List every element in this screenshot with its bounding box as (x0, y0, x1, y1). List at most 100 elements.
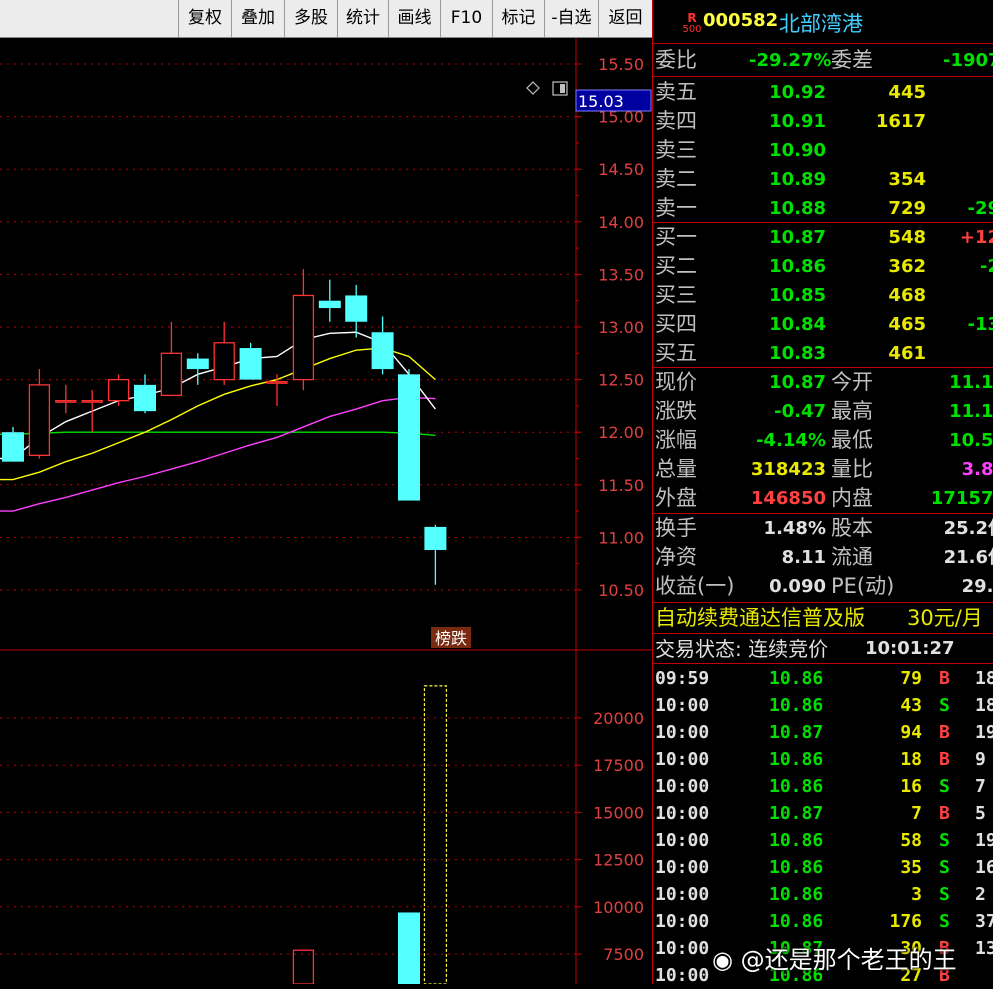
tick-row[interactable]: 10:00 10.86 43 S 18 (653, 692, 993, 719)
quote-stat-row: 涨幅 -4.14%最低 10.55 (653, 426, 993, 455)
candle-body-up[interactable] (28, 384, 51, 456)
bid-volume: 548 (888, 227, 926, 248)
toolbar-button-4[interactable]: 画线 (388, 0, 440, 37)
candle-body-down[interactable] (186, 358, 209, 370)
candle-body-up[interactable] (213, 342, 235, 381)
candle-body-up[interactable] (107, 378, 130, 402)
ask-level-label: 卖四 (655, 109, 697, 133)
tick-count: 19 (975, 722, 993, 743)
candle-body-down[interactable] (318, 300, 341, 309)
tick-row[interactable]: 09:59 10.86 79 B 18 (653, 665, 993, 692)
bid-level-label: 买四 (655, 312, 697, 336)
ask-level-label: 卖二 (655, 167, 697, 191)
tick-volume: 7 (911, 803, 922, 824)
stock-name[interactable]: 北部湾港 (779, 8, 863, 38)
stat-label: 现价 (655, 370, 697, 394)
ask-row: 卖二 10.89 354 (653, 165, 993, 194)
candle-body-down[interactable] (398, 374, 420, 501)
bid-price: 10.84 (769, 314, 826, 335)
bid-level-label: 买三 (655, 283, 697, 307)
weibo-icon: ◉ (712, 946, 733, 974)
tick-volume: 43 (900, 695, 922, 716)
tick-price: 10.86 (769, 830, 824, 851)
candle-body-up[interactable] (160, 352, 183, 397)
tick-price: 10.86 (769, 749, 824, 770)
weibo-watermark: ◉ @还是那个老王的王 (712, 946, 957, 974)
tick-row[interactable]: 10:00 10.86 176 S 37 (653, 908, 993, 935)
stat-value: 21.6亿 (943, 547, 993, 568)
toolbar-button-1[interactable]: 叠加 (231, 0, 284, 37)
tick-count: 16 (975, 857, 993, 878)
tick-volume: 176 (889, 911, 922, 932)
candle-body-down[interactable] (345, 295, 368, 322)
stat-value: 11.10 (949, 372, 993, 393)
tick-direction: S (939, 911, 950, 932)
stat-value: 10.87 (769, 372, 826, 393)
volume-bar[interactable] (423, 685, 447, 984)
tick-row[interactable]: 10:00 10.87 7 B 5 (653, 800, 993, 827)
volume-axis-label: 7500 (603, 945, 644, 964)
tick-count: 18 (975, 695, 993, 716)
tick-count: 19 (975, 830, 993, 851)
tick-row[interactable]: 10:00 10.86 18 B 9 (653, 746, 993, 773)
kline-chart[interactable]: 15.5015.0014.5014.0013.5013.0012.5012.00… (0, 38, 652, 984)
candle-body-down[interactable] (424, 526, 447, 551)
stock-code: 000582 (703, 10, 779, 31)
price-axis-label: 15.50 (598, 55, 644, 74)
tick-volume: 18 (900, 749, 922, 770)
ad-banner[interactable]: 自动续费通达信普及版 30元/月 (653, 604, 993, 632)
candle-body-down[interactable] (134, 384, 156, 412)
ask-level-label: 卖五 (655, 80, 697, 104)
candle-body-up[interactable] (55, 399, 77, 403)
volume-axis-label: 10000 (593, 898, 644, 917)
toolbar-button-0[interactable]: 复权 (178, 0, 231, 37)
price-axis-label: 12.50 (598, 371, 644, 390)
ask-volume: 729 (888, 198, 926, 219)
volume-bar[interactable] (292, 949, 315, 984)
tick-direction: S (939, 884, 950, 905)
toolbar-button-5[interactable]: F10 (440, 0, 492, 37)
fundamental-row: 收益(一) 0.090PE(动) 29.8 (653, 572, 993, 601)
ask-row: 卖一 10.88 729 -29 (653, 194, 993, 223)
candle-body-up[interactable] (81, 399, 103, 403)
tick-price: 10.87 (769, 722, 824, 743)
volume-bar[interactable] (398, 912, 420, 984)
tick-row[interactable]: 10:00 10.86 58 S 19 (653, 827, 993, 854)
candle-body-down[interactable] (239, 348, 262, 380)
toolbar-button-7[interactable]: -自选 (544, 0, 598, 37)
tick-row[interactable]: 10:00 10.86 35 S 16 (653, 854, 993, 881)
quote-stat-row: 现价 10.87今开 11.10 (653, 368, 993, 397)
toolbar-button-3[interactable]: 统计 (337, 0, 388, 37)
tick-volume: 3 (911, 884, 922, 905)
tick-price: 10.86 (769, 857, 824, 878)
candle-body-down[interactable] (371, 332, 394, 370)
tick-direction: S (939, 830, 950, 851)
toggle-panel-icon-fill (560, 84, 565, 93)
ask-price: 10.91 (769, 111, 826, 132)
diamond-icon[interactable] (526, 81, 540, 95)
bid-level-label: 买一 (655, 225, 697, 249)
stat-value: 318423 (750, 459, 826, 480)
tick-count: 9 (975, 749, 986, 770)
rank-drop-badge-text: 榜跌 (435, 629, 467, 648)
toolbar-button-2[interactable]: 多股 (284, 0, 337, 37)
tick-row[interactable]: 10:00 10.86 3 S 2 (653, 881, 993, 908)
stat-value: 146850 (750, 488, 826, 509)
ask-change: -29 (967, 198, 993, 219)
tick-row[interactable]: 10:00 10.87 94 B 19 (653, 719, 993, 746)
toolbar-button-8[interactable]: 返回 (598, 0, 652, 37)
fundamental-row: 换手 1.48%股本 25.2亿 (653, 514, 993, 543)
candle-body-up[interactable] (292, 294, 315, 381)
candle-body-down[interactable] (2, 432, 24, 462)
tick-count: 5 (975, 803, 986, 824)
tick-row[interactable]: 10:00 10.86 16 S 7 (653, 773, 993, 800)
tick-time: 10:00 (655, 911, 710, 932)
tick-time: 10:00 (655, 776, 710, 797)
tick-time: 10:00 (655, 857, 710, 878)
stat-label: 股本 (831, 516, 873, 540)
bid-row: 买二 10.86 362 -2 (653, 252, 993, 281)
toolbar-button-6[interactable]: 标记 (492, 0, 544, 37)
tick-volume: 58 (900, 830, 922, 851)
candle-body-up[interactable] (266, 381, 288, 384)
stat-label: 涨幅 (655, 428, 697, 452)
